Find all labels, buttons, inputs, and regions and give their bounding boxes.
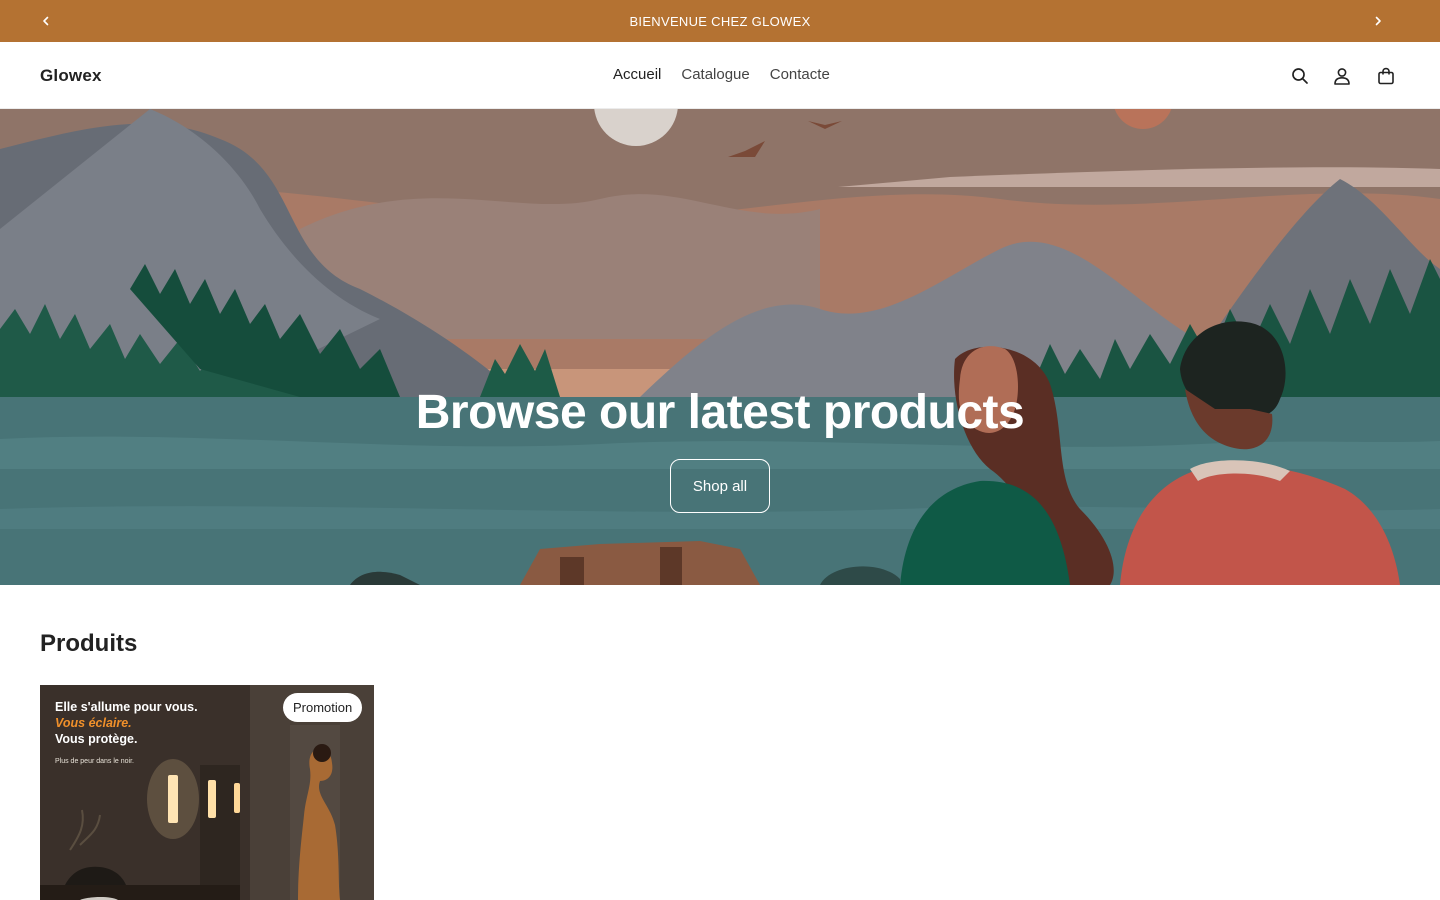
site-header: Glowex Accueil Catalogue Contacte — [0, 42, 1440, 109]
hero-banner: Browse our latest products Shop all — [0, 109, 1440, 585]
account-icon — [1334, 68, 1350, 85]
promotion-badge: Promotion — [283, 693, 363, 722]
shop-all-button[interactable]: Shop all — [670, 459, 770, 513]
nav-item-contacte[interactable]: Contacte — [760, 66, 840, 83]
logo[interactable]: Glowex — [40, 66, 102, 86]
product-card[interactable]: Elle s'allume pour vous. Vous éclaire. V… — [40, 685, 374, 900]
next-announcement-button[interactable] — [1368, 11, 1388, 31]
product-image-tagline: Vous protège. — [55, 732, 138, 746]
nav-item-catalogue[interactable]: Catalogue — [671, 66, 759, 83]
search-button[interactable] — [1289, 65, 1311, 87]
main-nav: Accueil Catalogue Contacte — [603, 66, 840, 83]
previous-announcement-button[interactable] — [36, 11, 56, 31]
product-image-headline: Elle s'allume pour vous. — [55, 700, 198, 714]
hero-title: Browse our latest products — [415, 386, 1025, 439]
cart-button[interactable] — [1375, 65, 1397, 87]
account-button[interactable] — [1331, 65, 1353, 87]
products-section-title: Produits — [40, 630, 138, 657]
chevron-left-icon — [43, 16, 49, 26]
announcement-text: BIENVENUE CHEZ GLOWEX — [629, 13, 811, 29]
hero-illustration — [0, 109, 1440, 585]
nav-item-accueil[interactable]: Accueil — [603, 66, 671, 83]
product-image-highlight: Vous éclaire. — [55, 716, 132, 730]
chevron-right-icon — [1375, 16, 1381, 26]
product-image-subtext: Plus de peur dans le noir. — [55, 758, 134, 765]
announcement-bar: BIENVENUE CHEZ GLOWEX — [0, 0, 1440, 42]
cart-icon — [1378, 67, 1394, 85]
search-icon — [1292, 68, 1308, 84]
